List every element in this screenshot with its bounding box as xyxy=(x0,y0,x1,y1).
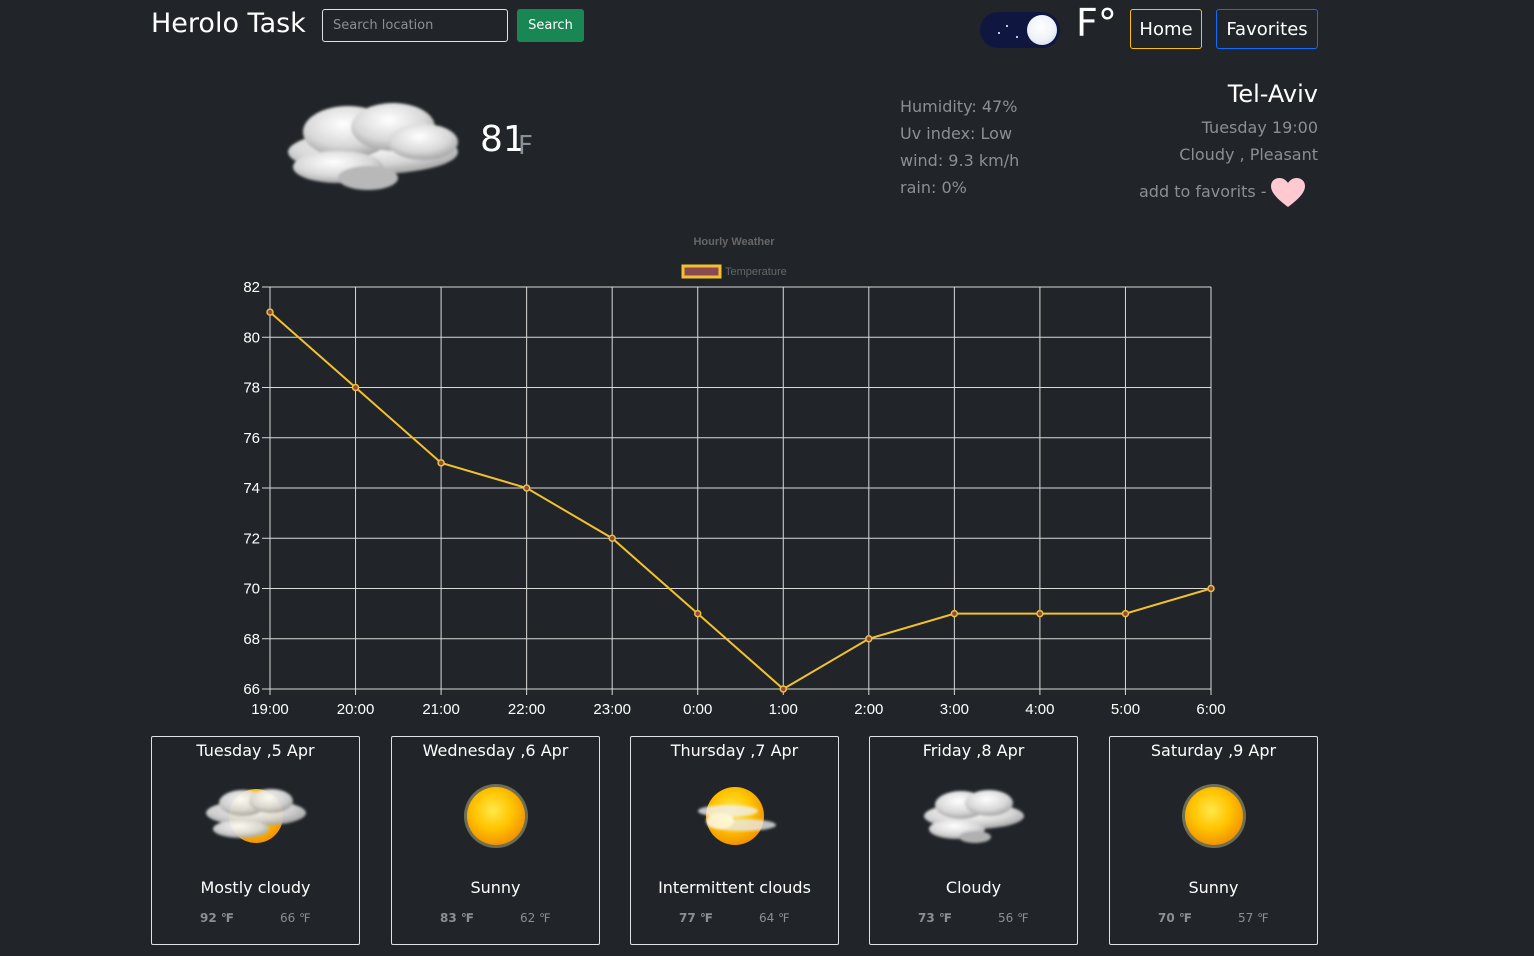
x-tick-label: 22:00 xyxy=(508,701,546,718)
forecast-description: Sunny xyxy=(1188,878,1239,897)
y-tick-label: 82 xyxy=(243,279,260,296)
temperature-line xyxy=(269,311,1212,691)
y-tick-label: 74 xyxy=(243,480,260,497)
temperature-point xyxy=(266,308,274,316)
forecast-min-temp: 57 ℉ xyxy=(1238,911,1269,925)
forecast-date: Wednesday ,6 Apr xyxy=(422,741,569,760)
x-tick-label: 20:00 xyxy=(337,701,375,718)
forecast-min-temp: 56 ℉ xyxy=(998,911,1029,925)
y-tick-label: 78 xyxy=(243,380,260,397)
temperature-point xyxy=(693,609,702,618)
hourly-weather-chart: Hourly Weather Temperature 66 68 70 72 74 76 7… xyxy=(243,236,1225,718)
forecast-max-temp: 70 ℉ xyxy=(1158,911,1192,925)
x-tick-label: 21:00 xyxy=(422,701,460,718)
x-tick-label: 1:00 xyxy=(769,701,798,718)
forecast-card[interactable]: Saturday ,9 Apr Sunny 70 ℉ 57 ℉ xyxy=(1109,736,1318,945)
temperature-point xyxy=(950,609,959,618)
forecast-description: Intermittent clouds xyxy=(658,878,811,897)
forecast-card[interactable]: Wednesday ,6 Apr Sunny 83 ℉ 62 ℉ xyxy=(391,736,600,945)
temperature-point xyxy=(522,484,531,492)
x-tick-label: 6:00 xyxy=(1196,701,1225,718)
forecast-date: Friday ,8 Apr xyxy=(922,741,1025,760)
forecast-min-temp: 66 ℉ xyxy=(280,911,311,925)
intermittent-clouds-icon xyxy=(697,787,776,845)
y-tick-label: 80 xyxy=(243,329,260,346)
sun-icon xyxy=(463,784,528,848)
y-axis: 66 68 70 72 74 76 78 80 82 xyxy=(243,279,260,698)
x-tick-label: 4:00 xyxy=(1025,701,1054,718)
sun-icon xyxy=(1181,784,1246,848)
chart-grid xyxy=(262,286,1212,695)
temperature-point xyxy=(437,459,445,467)
forecast-max-temp: 73 ℉ xyxy=(918,911,952,925)
temperature-point xyxy=(1207,584,1215,593)
y-tick-label: 68 xyxy=(243,631,260,648)
cloud-icon xyxy=(923,790,1024,843)
forecast-max-temp: 77 ℉ xyxy=(679,911,713,925)
forecast-date: Saturday ,9 Apr xyxy=(1150,741,1277,760)
forecast-min-temp: 62 ℉ xyxy=(520,911,551,925)
forecast-max-temp: 92 ℉ xyxy=(200,911,234,925)
x-tick-label: 5:00 xyxy=(1111,701,1140,718)
temperature-point xyxy=(608,534,616,542)
forecast-description: Mostly cloudy xyxy=(200,878,311,897)
y-tick-label: 76 xyxy=(243,430,260,447)
y-tick-label: 70 xyxy=(243,581,260,598)
forecast-card[interactable]: Friday ,8 Apr Cloudy 73 ℉ 56 ℉ xyxy=(869,736,1078,945)
temperature-points xyxy=(266,308,1215,693)
forecast-description: Sunny xyxy=(470,878,521,897)
forecast-description: Cloudy xyxy=(945,878,1002,897)
x-tick-label: 3:00 xyxy=(940,701,969,718)
y-tick-label: 72 xyxy=(243,530,260,547)
temperature-point xyxy=(1121,609,1130,618)
forecast-date: Tuesday ,5 Apr xyxy=(196,741,315,760)
temperature-point xyxy=(779,685,788,693)
x-axis: 19:00 20:00 21:00 22:00 23:00 0:00 1:00 2:00 3:0… xyxy=(251,701,1225,718)
temperature-point xyxy=(351,383,360,392)
forecast-max-temp: 83 ℉ xyxy=(440,911,474,925)
legend-label: Temperature xyxy=(725,266,787,278)
mostly-cloudy-icon xyxy=(205,789,306,843)
forecast-card[interactable]: Thursday ,7 Apr Intermittent clouds 77 ℉… xyxy=(630,736,839,945)
x-tick-label: 0:00 xyxy=(683,701,712,718)
legend-swatch xyxy=(681,264,722,279)
temperature-point xyxy=(865,635,873,643)
chart-title: Hourly Weather xyxy=(693,236,775,248)
forecast-min-temp: 64 ℉ xyxy=(759,911,790,925)
forecast-card[interactable]: Tuesday ,5 Apr Mostly cloudy 92 ℉ 66 ℉ xyxy=(151,736,360,945)
x-tick-label: 23:00 xyxy=(593,701,631,718)
temperature-point xyxy=(1036,609,1044,618)
x-tick-label: 2:00 xyxy=(854,701,883,718)
x-tick-label: 19:00 xyxy=(251,701,289,718)
forecast-date: Thursday ,7 Apr xyxy=(670,741,799,760)
y-tick-label: 66 xyxy=(243,681,260,698)
